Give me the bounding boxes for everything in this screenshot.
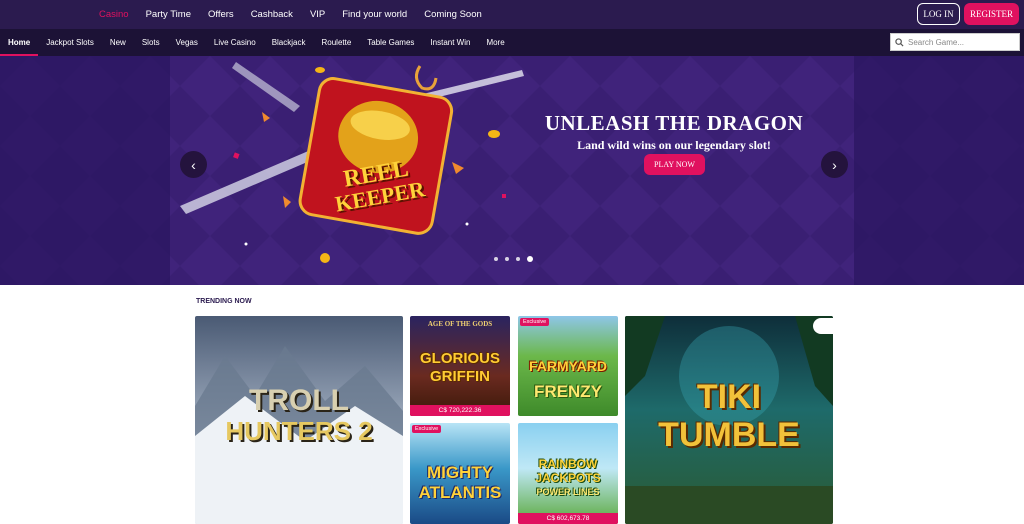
carousel-dots: [494, 256, 533, 262]
chevron-left-icon: ‹: [191, 156, 196, 173]
hero-banner: REEL KEEPER UNLEASH THE DRAGON Land wild…: [0, 56, 1024, 285]
category-nav: Home Jackpot Slots New Slots Vegas Live …: [0, 29, 1024, 56]
main-nav: Casino Party Time Offers Cashback VIP Fi…: [99, 0, 482, 29]
game-title-line1: RAINBOW: [538, 457, 598, 471]
search-input[interactable]: [908, 37, 1018, 47]
tab-live-casino[interactable]: Live Casino: [206, 29, 264, 56]
play-now-button[interactable]: PLAY NOW: [644, 154, 705, 175]
game-tile-glorious-griffin[interactable]: AGE OF THE GODS GLORIOUS GRIFFIN C$ 720,…: [410, 316, 510, 416]
game-title-line2: FRENZY: [534, 382, 602, 401]
nav-item-offers[interactable]: Offers: [208, 9, 234, 20]
game-title-line1: GLORIOUS: [419, 350, 500, 367]
game-tile-tiki-tumble[interactable]: TIKI TUMBLE: [625, 316, 833, 524]
hero-background: [0, 56, 1024, 285]
exclusive-badge: Exclusive: [520, 318, 550, 326]
nav-item-casino[interactable]: Casino: [99, 9, 129, 20]
game-series-label: AGE OF THE GODS: [427, 320, 493, 328]
tab-blackjack[interactable]: Blackjack: [264, 29, 314, 56]
top-header: Casino Party Time Offers Cashback VIP Fi…: [0, 0, 1024, 29]
nav-item-find-your-world[interactable]: Find your world: [342, 9, 407, 20]
tab-vegas[interactable]: Vegas: [168, 29, 206, 56]
carousel-next-button[interactable]: ›: [821, 151, 848, 178]
carousel-dot-4[interactable]: [527, 256, 533, 262]
tab-jackpot-slots[interactable]: Jackpot Slots: [38, 29, 102, 56]
nav-item-coming-soon[interactable]: Coming Soon: [424, 9, 482, 20]
trending-title: TRENDING NOW: [196, 298, 252, 305]
hero-title: UNLEASH THE DRAGON: [544, 111, 804, 135]
nav-item-vip[interactable]: VIP: [310, 9, 325, 20]
game-title-line1: MIGHTY: [426, 463, 494, 482]
game-title-line2: JACKPOTS: [535, 471, 601, 485]
game-title-line3: POWER LINES: [536, 487, 600, 497]
tab-slots[interactable]: Slots: [134, 29, 168, 56]
tab-table-games[interactable]: Table Games: [359, 29, 422, 56]
carousel-dot-3[interactable]: [516, 257, 520, 261]
game-tile-rainbow-jackpots-power-lines[interactable]: RAINBOW JACKPOTS POWER LINES C$ 602,673.…: [518, 423, 618, 524]
tab-new[interactable]: New: [102, 29, 134, 56]
game-title-line2: GRIFFIN: [430, 368, 490, 385]
game-title-line1: TIKI: [696, 378, 762, 416]
game-tile-mighty-atlantis[interactable]: Exclusive MIGHTY ATLANTIS: [410, 423, 510, 524]
chevron-right-icon: ›: [832, 156, 837, 173]
game-title-line1: TROLL: [249, 384, 349, 417]
tab-roulette[interactable]: Roulette: [313, 29, 359, 56]
tab-home[interactable]: Home: [0, 29, 39, 56]
carousel-prev-button[interactable]: ‹: [180, 151, 207, 178]
tab-more[interactable]: More: [478, 29, 512, 56]
search-box[interactable]: [890, 33, 1020, 51]
game-title-line2: TUMBLE: [658, 416, 800, 454]
register-button[interactable]: REGISTER: [964, 3, 1019, 25]
game-title-line1: FARMYARD: [528, 358, 608, 374]
game-title-line2: ATLANTIS: [418, 483, 502, 502]
game-tile-farmyard-frenzy[interactable]: Exclusive FARMYARD FRENZY: [518, 316, 618, 416]
hero-subtitle: Land wild wins on our legendary slot!: [577, 138, 771, 152]
tab-instant-win[interactable]: Instant Win: [422, 29, 478, 56]
jackpot-amount: C$ 720,222.36: [410, 405, 510, 416]
exclusive-badge: Exclusive: [412, 425, 442, 433]
carousel-dot-2[interactable]: [505, 257, 509, 261]
jackpot-amount: C$ 602,673.78: [518, 513, 618, 524]
search-icon: [895, 37, 904, 47]
game-tile-troll-hunters-2[interactable]: TROLL HUNTERS 2: [195, 316, 403, 524]
carousel-dot-1[interactable]: [494, 257, 498, 261]
nav-item-party-time[interactable]: Party Time: [146, 9, 191, 20]
nav-item-cashback[interactable]: Cashback: [251, 9, 293, 20]
favorite-toggle[interactable]: [813, 318, 833, 334]
game-title-line2: HUNTERS 2: [225, 416, 373, 446]
login-button[interactable]: LOG IN: [917, 3, 960, 25]
